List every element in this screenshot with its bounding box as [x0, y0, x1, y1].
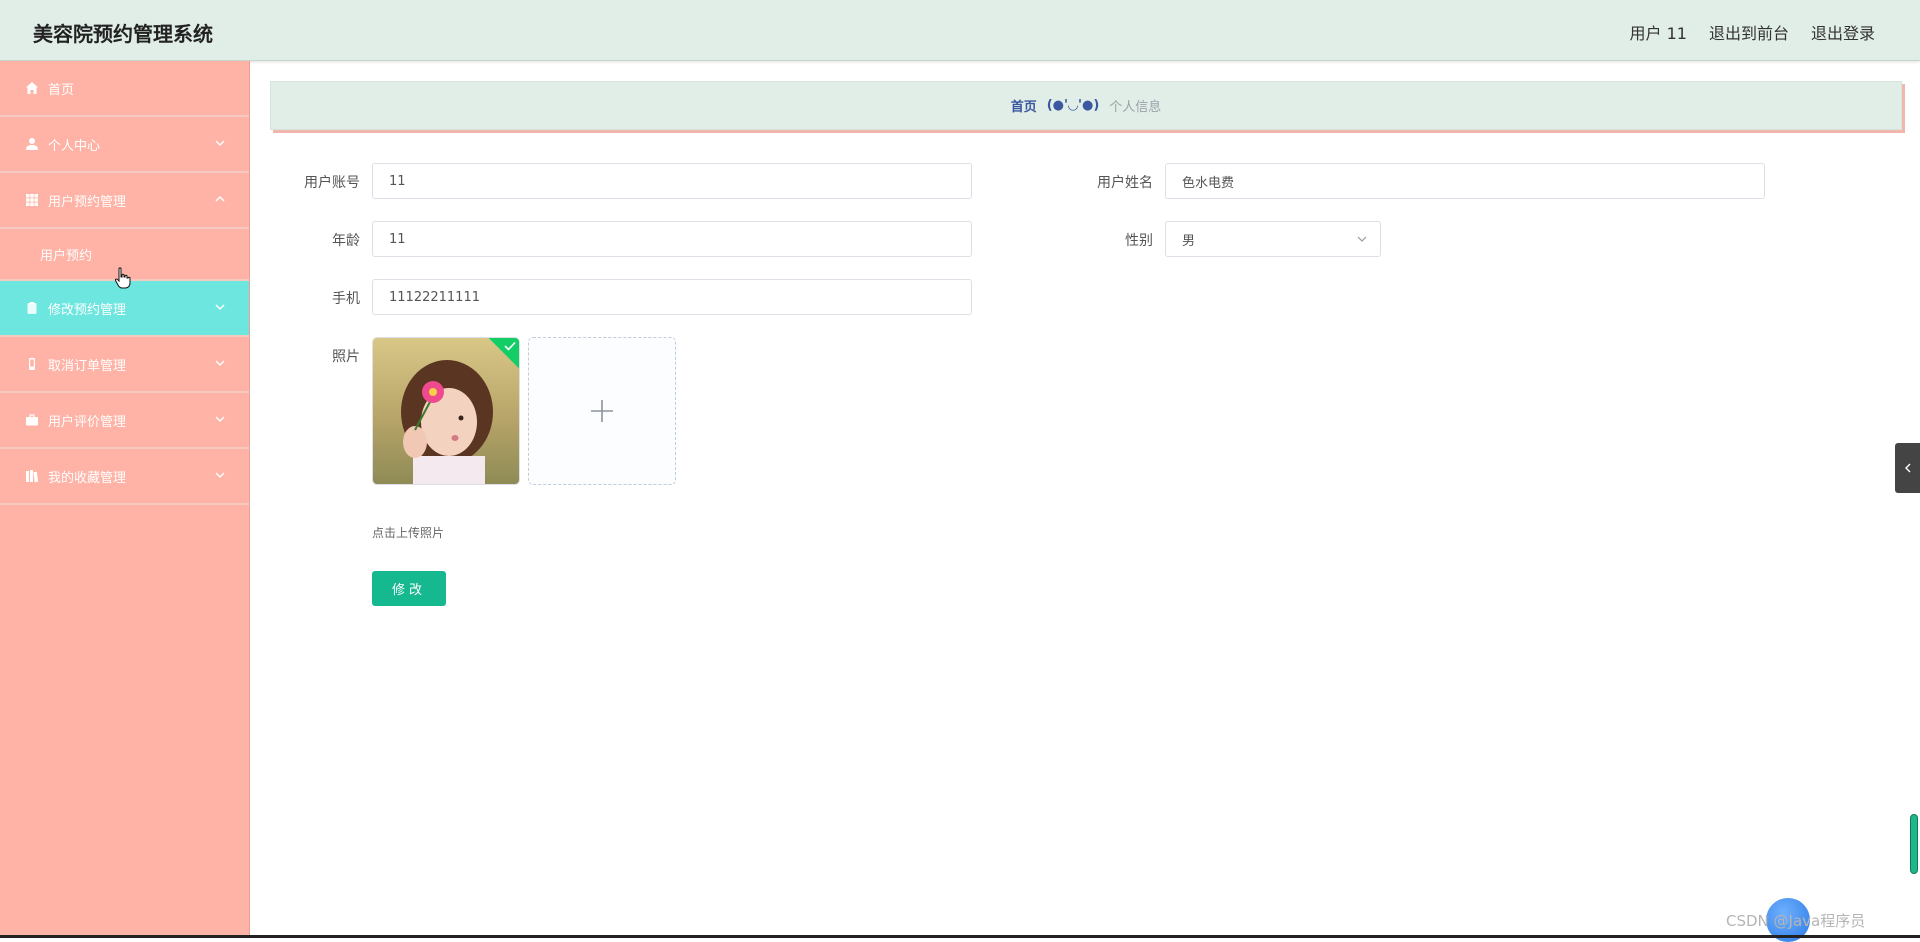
watermark: CSDN @Java程序员	[1726, 912, 1866, 930]
name-label: 用户姓名	[1097, 175, 1153, 191]
sidebar-item-cancel-order[interactable]: 取消订单管理	[0, 337, 249, 393]
name-value: 色水电费	[1182, 175, 1235, 191]
sidebar-item-home[interactable]: 首页	[0, 61, 249, 117]
breadcrumb-home[interactable]: 首页	[1011, 96, 1037, 115]
hand-cursor-icon	[114, 267, 131, 289]
chevron-down-icon	[215, 472, 225, 478]
chevron-up-icon	[215, 196, 225, 202]
age-field[interactable]: 11	[372, 221, 972, 257]
chevron-down-icon	[215, 416, 225, 422]
plus-icon	[591, 400, 613, 422]
check-icon	[504, 341, 516, 351]
chevron-down-icon	[215, 360, 225, 366]
age-value: 11	[389, 231, 406, 247]
briefcase-icon	[24, 412, 40, 428]
chevron-left-icon	[1904, 463, 1910, 473]
gender-value: 男	[1182, 233, 1196, 249]
sidebar-item-label: 用户预约管理	[48, 194, 127, 210]
app-title: 美容院预约管理系统	[33, 22, 213, 46]
logout-link[interactable]: 退出登录	[1811, 20, 1875, 44]
home-icon	[24, 80, 40, 96]
side-panel-toggle[interactable]	[1895, 443, 1920, 493]
sidebar: 首页 个人中心 用户预约管理 用户预约 修改预约管理 取消订单管理 用户评价管理…	[0, 61, 250, 938]
sidebar-item-label: 个人中心	[48, 138, 101, 154]
photo-label: 照片	[332, 349, 360, 365]
sidebar-item-label: 修改预约管理	[48, 302, 127, 318]
phone-label: 手机	[332, 291, 360, 307]
chevron-down-icon	[215, 140, 225, 146]
breadcrumb-current: 个人信息	[1109, 100, 1162, 115]
current-user-label: 用户 11	[1629, 24, 1687, 43]
sidebar-item-label: 用户评价管理	[48, 414, 127, 430]
user-icon	[24, 136, 40, 152]
top-header: 美容院预约管理系统 用户 11 退出到前台 退出登录	[0, 0, 1920, 61]
gender-label: 性别	[1125, 233, 1153, 249]
chevron-down-icon	[215, 304, 225, 310]
chevron-down-icon	[1357, 236, 1367, 242]
sidebar-item-favorites[interactable]: 我的收藏管理	[0, 449, 249, 505]
gender-select[interactable]: 男	[1165, 221, 1381, 257]
sidebar-item-modify-booking[interactable]: 修改预约管理	[0, 281, 249, 337]
grid-icon	[24, 192, 40, 208]
upload-photo-button[interactable]	[528, 337, 676, 485]
phone-icon	[24, 356, 40, 372]
books-icon	[24, 468, 40, 484]
account-label: 用户账号	[304, 175, 360, 191]
back-to-front-link[interactable]: 退出到前台	[1709, 20, 1789, 44]
sidebar-item-label: 取消订单管理	[48, 358, 127, 374]
name-field[interactable]: 色水电费	[1165, 163, 1765, 199]
sidebar-item-booking-management[interactable]: 用户预约管理	[0, 173, 249, 229]
sidebar-item-label: 我的收藏管理	[48, 470, 127, 486]
header-actions: 用户 11 退出到前台 退出登录	[1630, 20, 1875, 44]
account-field[interactable]: 11	[372, 163, 972, 199]
uploaded-photo[interactable]	[372, 337, 520, 485]
age-label: 年龄	[332, 233, 360, 249]
modify-button[interactable]: 修改	[372, 571, 446, 606]
phone-field[interactable]: 11122211111	[372, 279, 972, 315]
upload-tip: 点击上传照片	[372, 526, 445, 540]
portrait-photo	[373, 338, 519, 484]
scrollbar-thumb[interactable]	[1910, 814, 1918, 874]
sidebar-subitem-label: 用户预约	[40, 248, 93, 264]
clipboard-icon	[24, 300, 40, 316]
account-value: 11	[389, 173, 406, 189]
sidebar-item-label: 首页	[48, 82, 75, 98]
breadcrumb-separator: (●'◡'●)	[1046, 98, 1100, 113]
breadcrumb: 首页 (●'◡'●) 个人信息	[270, 81, 1902, 130]
sidebar-item-personal-center[interactable]: 个人中心	[0, 117, 249, 173]
phone-value: 11122211111	[389, 289, 480, 305]
sidebar-item-review-management[interactable]: 用户评价管理	[0, 393, 249, 449]
